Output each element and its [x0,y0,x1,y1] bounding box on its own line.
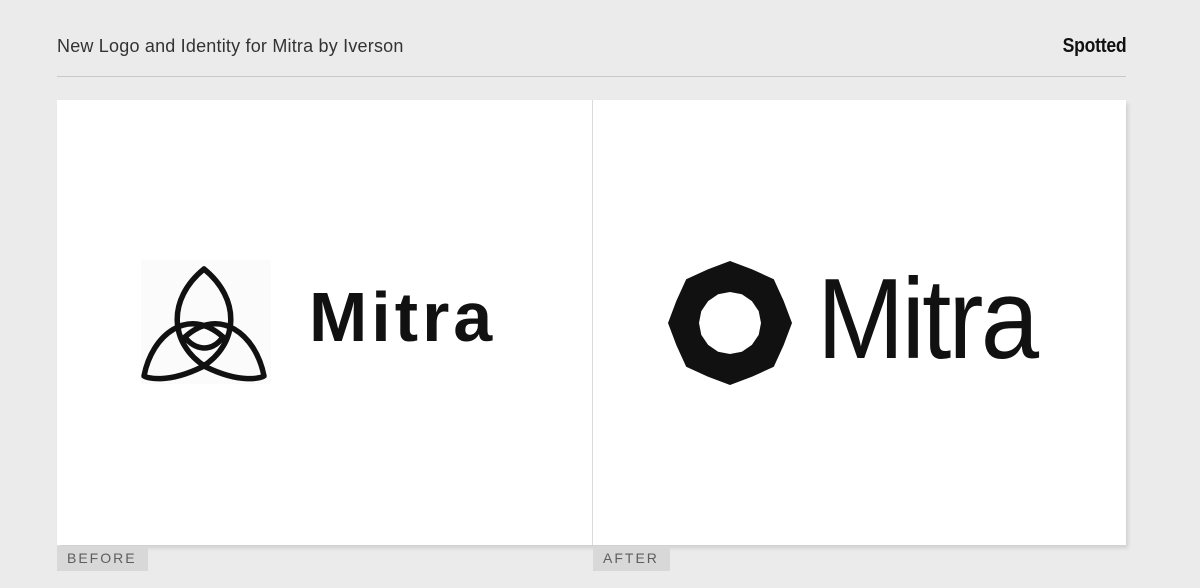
new-wordmark: Mitra [817,256,1039,383]
triquetra-icon [141,266,267,382]
brand-logo[interactable]: Spotted [1062,35,1126,58]
old-wordmark: Mitra [309,278,497,356]
eight-point-star-icon [668,261,792,385]
after-label: AFTER [593,546,670,571]
before-label: BEFORE [57,546,148,571]
before-panel: Mitra [57,100,592,545]
after-panel: Mitra [593,100,1126,545]
comparison-panels: Mitra Mitra [57,100,1126,545]
page-title: New Logo and Identity for Mitra by Ivers… [57,36,404,56]
header-divider [57,76,1126,77]
